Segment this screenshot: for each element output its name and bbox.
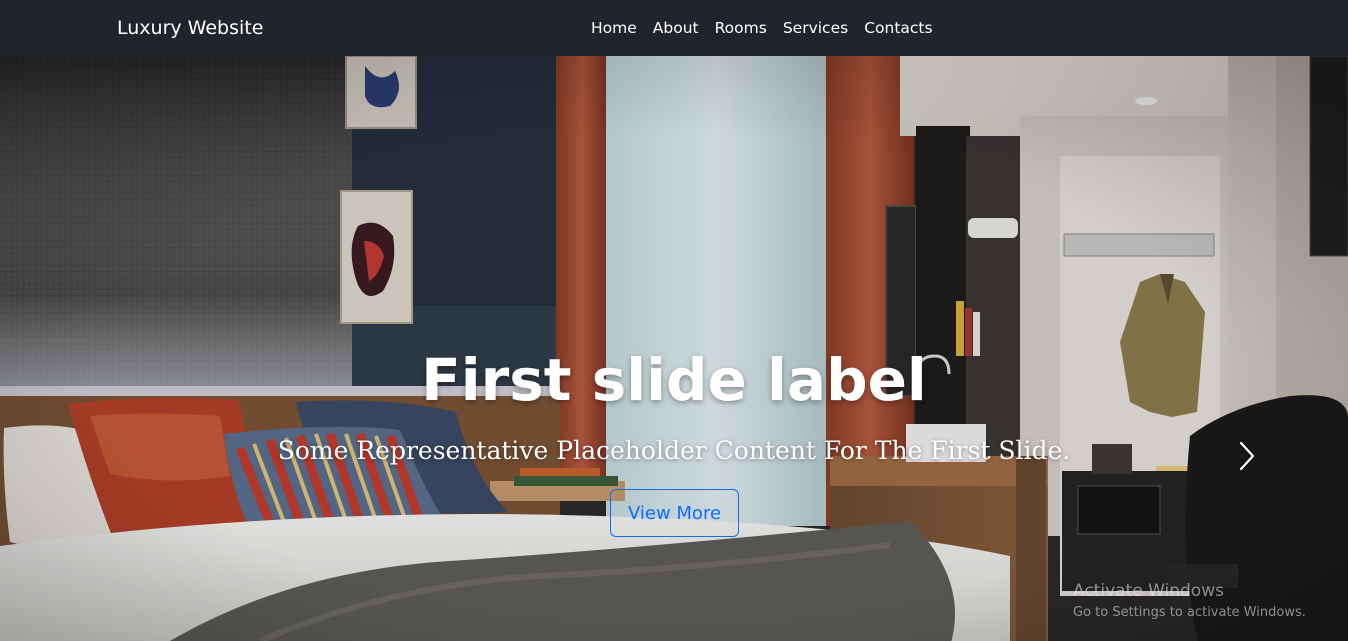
navbar: Luxury Website Home About Rooms Services…: [0, 0, 1348, 56]
nav-link-rooms[interactable]: Rooms: [715, 17, 767, 39]
nav-link-services[interactable]: Services: [783, 17, 848, 39]
nav-link-contacts[interactable]: Contacts: [864, 17, 932, 39]
slide-text: Some Representative Placeholder Content …: [277, 436, 1071, 465]
slide-title: First slide label: [421, 346, 927, 414]
activate-windows-watermark: Activate Windows Go to Settings to activ…: [1073, 580, 1306, 622]
watermark-subtitle: Go to Settings to activate Windows.: [1073, 605, 1306, 620]
chevron-right-icon: [1239, 441, 1255, 471]
watermark-title: Activate Windows: [1073, 581, 1224, 601]
carousel-next-button[interactable]: [1230, 431, 1264, 481]
view-more-button[interactable]: View More: [610, 489, 739, 537]
carousel-caption: First slide label Some Representative Pl…: [0, 56, 1348, 641]
brand-link[interactable]: Luxury Website: [117, 16, 263, 40]
nav-link-about[interactable]: About: [653, 17, 699, 39]
nav-link-home[interactable]: Home: [591, 17, 637, 39]
nav-links: Home About Rooms Services Contacts: [591, 17, 933, 39]
hero-carousel: First slide label Some Representative Pl…: [0, 56, 1348, 641]
